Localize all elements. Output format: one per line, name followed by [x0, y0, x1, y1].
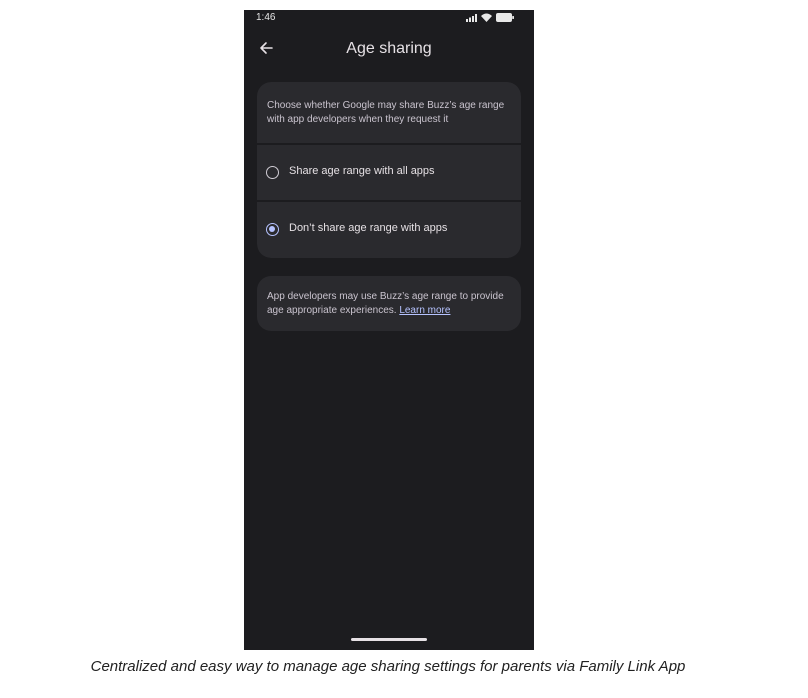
radio-unchecked-icon[interactable]: [266, 166, 279, 179]
phone-screen: 1:46 Age sharing Choose whether Google m…: [244, 10, 534, 650]
option-label: Share age range with all apps: [289, 165, 435, 177]
figure-caption: Centralized and easy way to manage age s…: [90, 658, 686, 675]
option-share-all-apps[interactable]: Share age range with all apps: [257, 145, 521, 200]
options-description: Choose whether Google may share Buzz’s a…: [267, 100, 505, 125]
radio-checked-icon[interactable]: [266, 223, 279, 236]
wifi-icon: [481, 13, 492, 22]
age-sharing-options-card: Choose whether Google may share Buzz’s a…: [257, 82, 521, 258]
info-message: App developers may use Buzz’s age range …: [267, 291, 504, 316]
status-time: 1:46: [256, 12, 276, 23]
signal-icon: [466, 13, 477, 22]
battery-icon: [496, 13, 514, 22]
info-card: App developers may use Buzz’s age range …: [257, 276, 521, 331]
info-text: App developers may use Buzz’s age range …: [267, 290, 515, 318]
status-icons: [466, 13, 514, 22]
page-title: Age sharing: [346, 40, 432, 57]
option-label: Don’t share age range with apps: [289, 222, 448, 234]
learn-more-link[interactable]: Learn more: [399, 305, 450, 316]
status-bar: 1:46: [244, 10, 534, 26]
options-description-section: Choose whether Google may share Buzz’s a…: [257, 82, 521, 143]
app-bar: Age sharing: [244, 32, 534, 66]
gesture-nav-handle[interactable]: [351, 638, 427, 641]
option-dont-share[interactable]: Don’t share age range with apps: [257, 202, 521, 258]
